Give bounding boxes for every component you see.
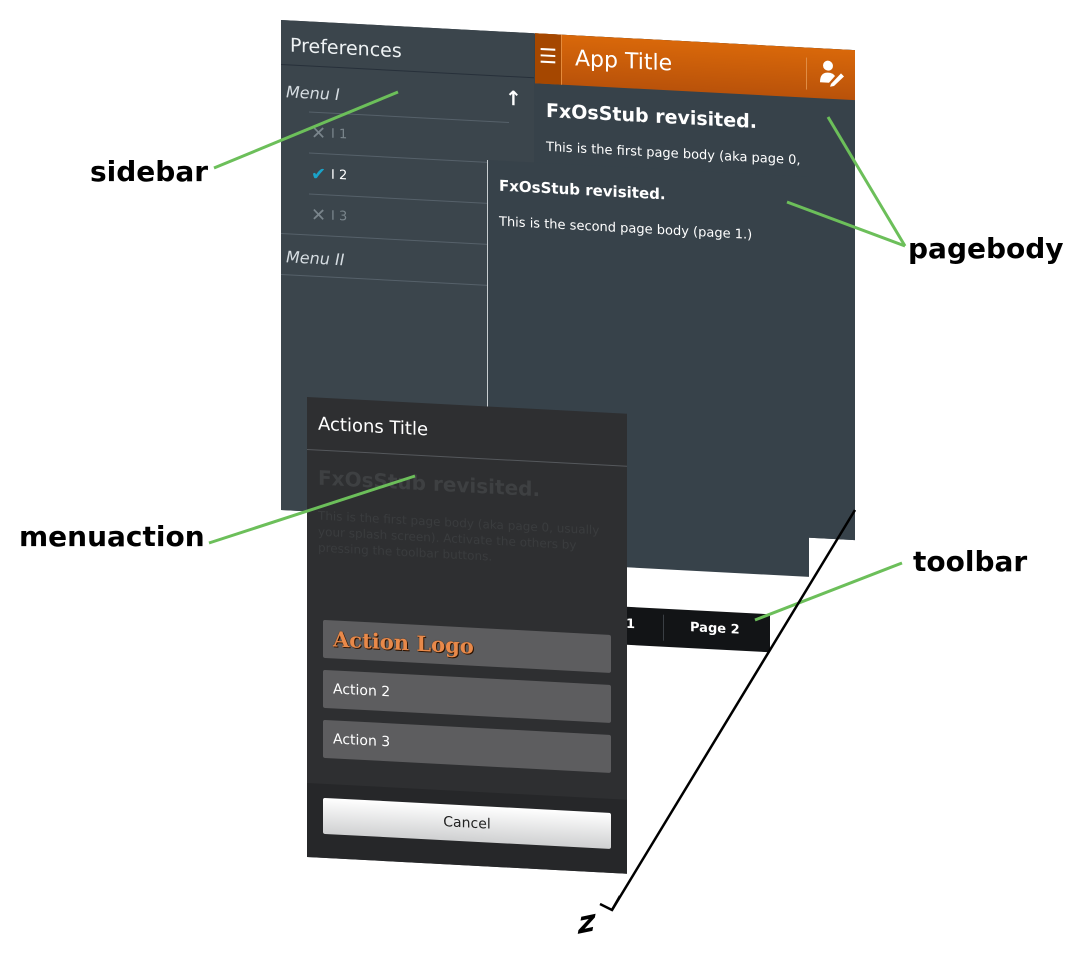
pagebody-leader-line-2: [786, 200, 906, 248]
toolbar-leader-line: [754, 561, 903, 622]
label-toolbar: toolbar: [913, 545, 1028, 578]
z-axis-line: [610, 509, 857, 911]
z-axis-arrowhead: [599, 895, 622, 912]
annotation-overlay: [208, 90, 907, 912]
label-pagebody: pagebody: [908, 232, 1064, 265]
label-menuaction: menuaction: [19, 520, 205, 553]
label-sidebar: sidebar: [90, 155, 209, 188]
pagebody-leader-line-1: [826, 116, 907, 247]
menuaction-leader-line: [208, 474, 416, 545]
label-z-axis: z: [578, 903, 596, 942]
sidebar-leader-line: [213, 90, 399, 170]
